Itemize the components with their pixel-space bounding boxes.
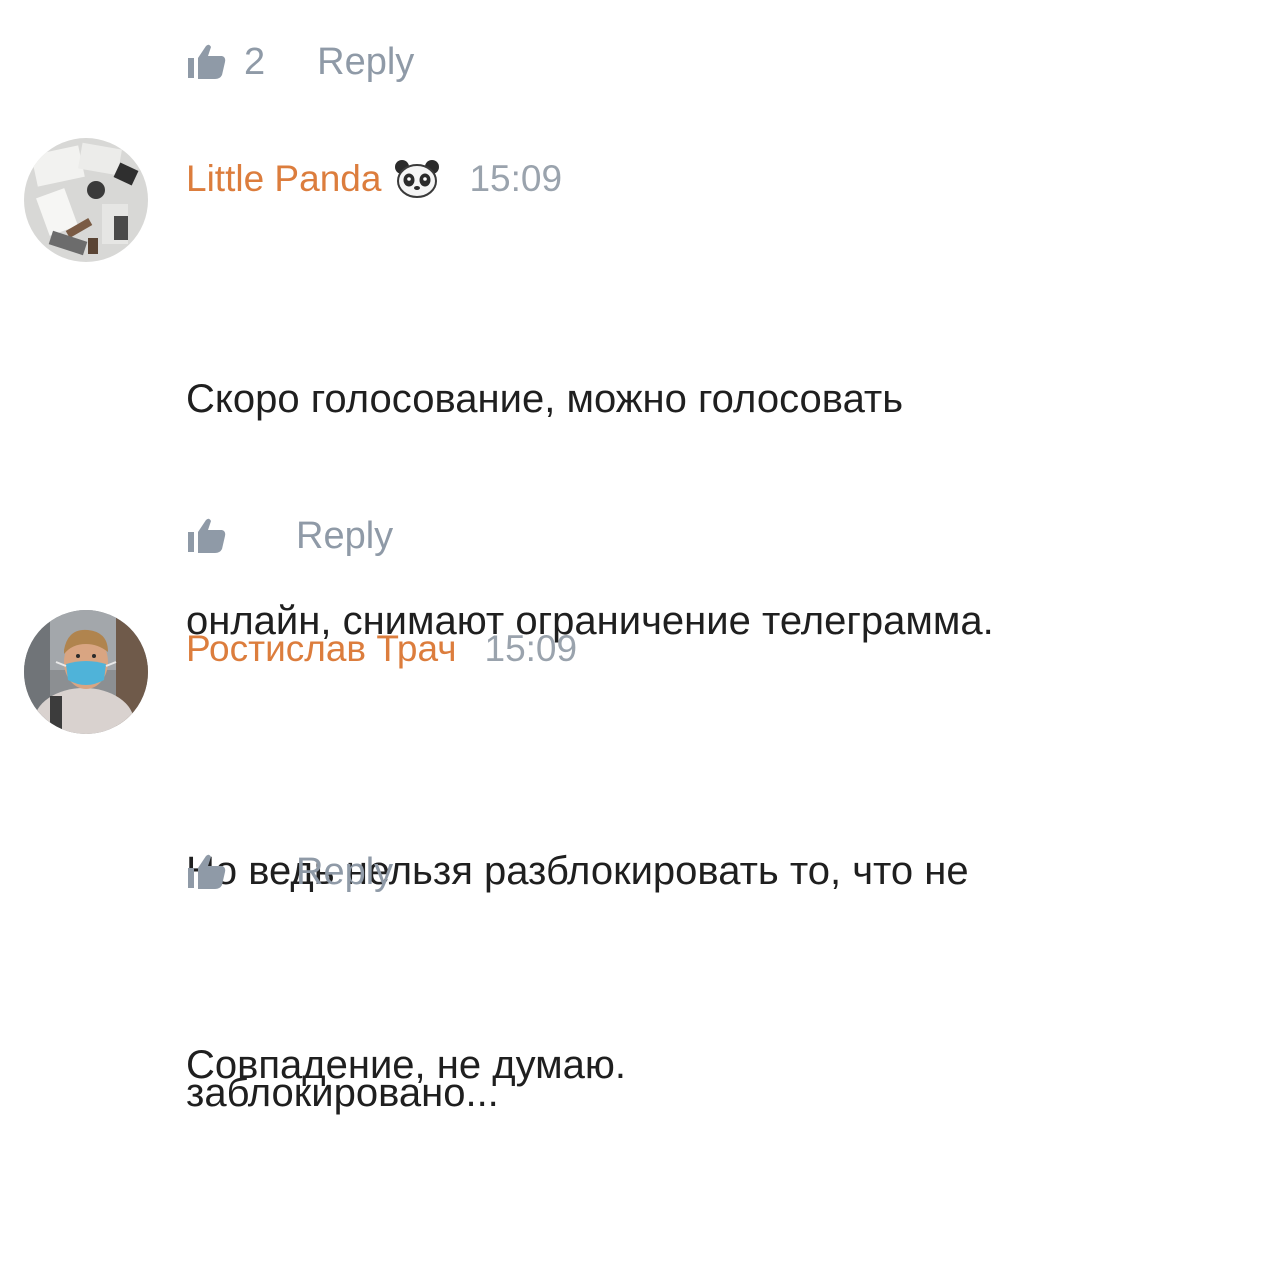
thumbs-up-icon[interactable] <box>186 42 234 82</box>
avatar[interactable] <box>24 138 148 262</box>
like-count: 2 <box>244 41 266 83</box>
reply-button[interactable]: Reply <box>296 517 393 555</box>
author-name[interactable]: Little Panda <box>186 160 381 197</box>
thumbs-up-icon[interactable] <box>186 852 234 892</box>
comment-text-line: заблокировано... <box>186 1071 499 1115</box>
reply-button[interactable]: Reply <box>317 43 414 81</box>
reply-button[interactable]: Reply <box>296 853 393 891</box>
comment-actions: Reply <box>186 852 393 892</box>
thumbs-up-icon[interactable] <box>186 516 234 556</box>
panda-emoji-icon <box>395 160 440 198</box>
avatar[interactable] <box>24 610 148 734</box>
comment-text: Но ведь нельзя разблокировать то, что не… <box>186 686 1246 1278</box>
comment-actions: Reply <box>186 516 393 556</box>
comment-header: Little Panda 15:09 <box>186 157 562 199</box>
top-comment-actions: 2 Reply <box>186 42 414 82</box>
author-name[interactable]: Ростислав Трач <box>186 630 457 667</box>
comment-time: 15:09 <box>484 628 578 669</box>
comment-header: Ростислав Трач 15:09 <box>186 630 577 667</box>
comment-text-line: Скоро голосование, можно голосовать <box>186 377 904 421</box>
comment-time: 15:09 <box>469 157 563 199</box>
